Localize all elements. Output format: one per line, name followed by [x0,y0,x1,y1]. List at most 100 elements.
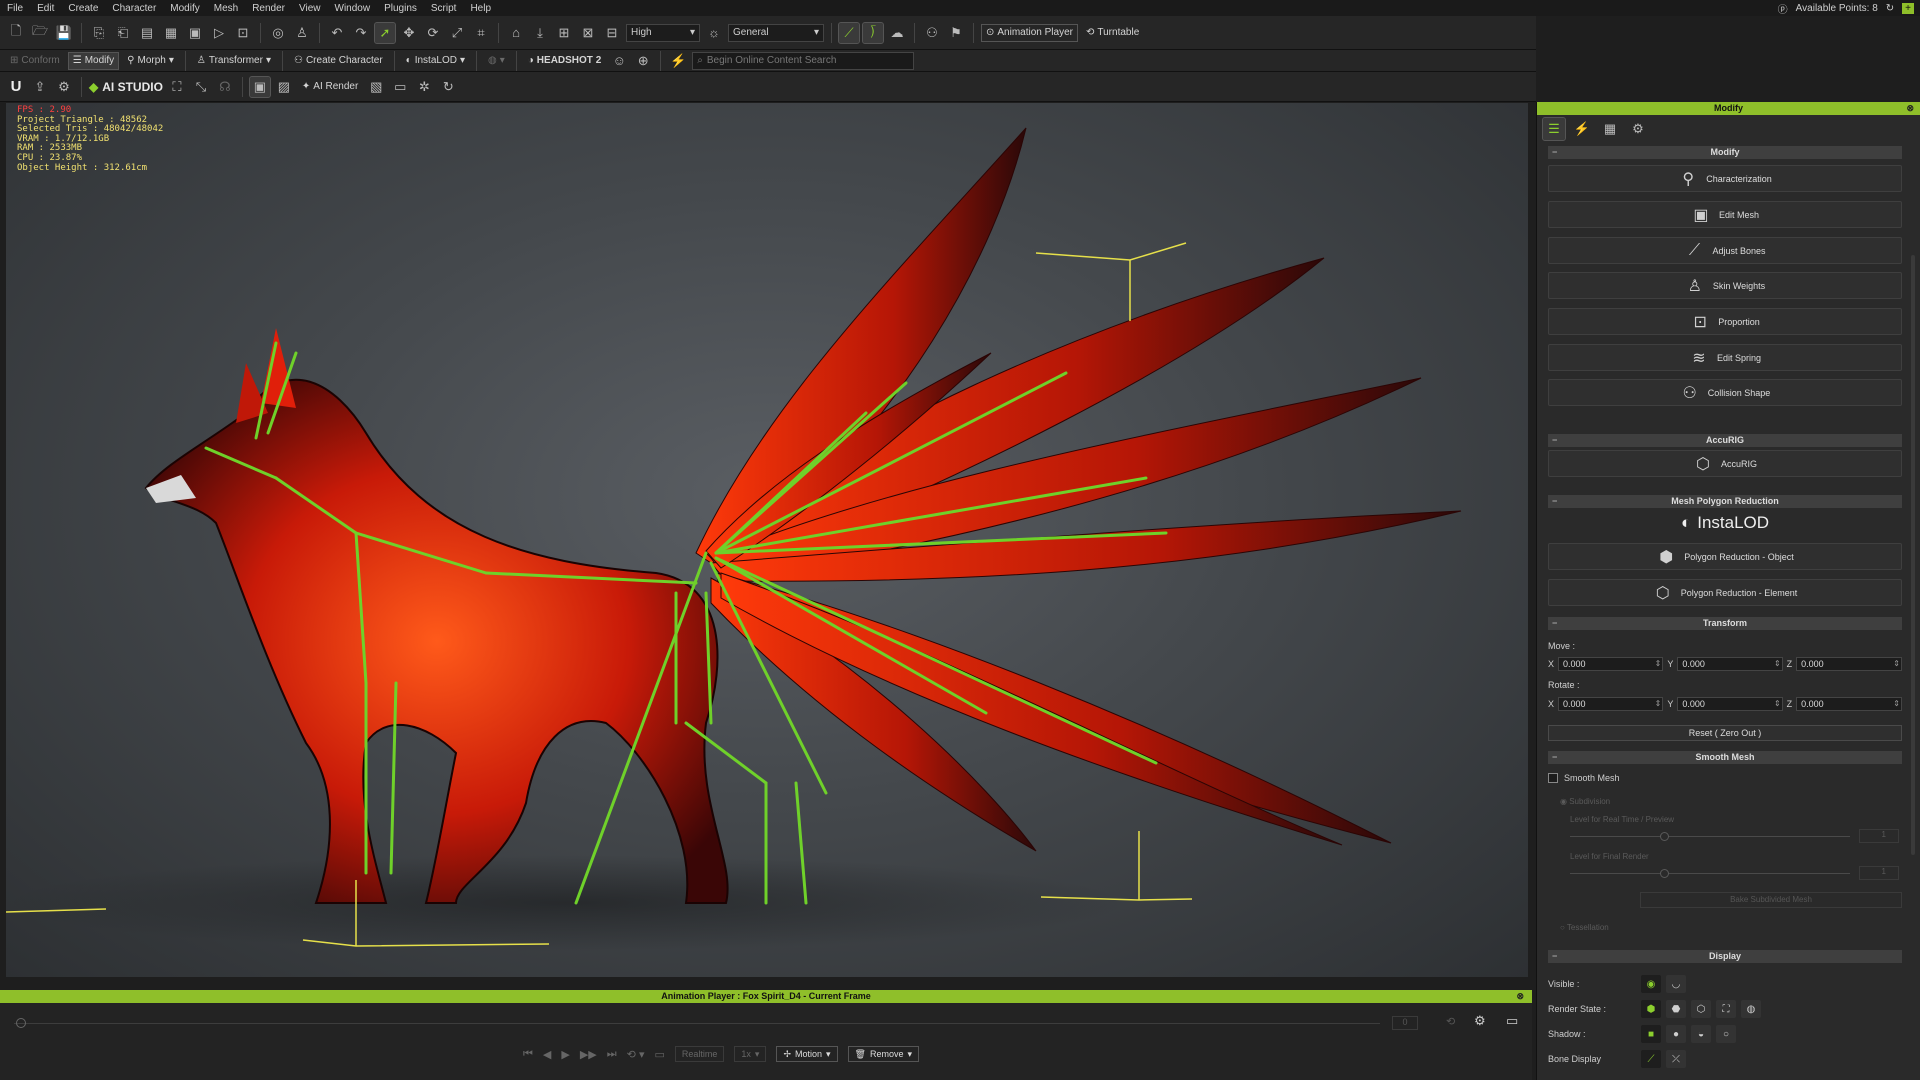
skin-weights-button[interactable]: ♙ Skin Weights [1548,272,1902,299]
speed-dropdown[interactable]: 1x ▾ [734,1046,767,1062]
screen-icon[interactable]: ▭ [1506,1013,1518,1029]
undo-icon[interactable]: ↶ [327,23,347,43]
light-icon[interactable]: ☼ [704,23,724,43]
save-icon[interactable]: 💾 [54,23,74,43]
shadow-cast-icon[interactable]: ● [1666,1025,1686,1043]
reset-zero-out-button[interactable]: Reset ( Zero Out ) [1548,725,1902,741]
mocap-icon[interactable]: ⚇ [922,23,942,43]
menu-window[interactable]: Window [328,3,378,14]
section-accurig[interactable]: − AccuRIG [1548,434,1902,447]
tab-settings-icon[interactable]: ⚙ [1627,118,1649,140]
physics-icon[interactable]: ☁ [887,23,907,43]
view-mode-icon[interactable]: ⊟ [602,23,622,43]
slider-knob[interactable] [1660,869,1669,878]
menu-create[interactable]: Create [61,3,105,14]
loop-icon[interactable]: ⟲ [1446,1015,1455,1028]
move-x-field[interactable]: 0.000 [1558,657,1664,671]
bone-show-icon[interactable]: ⟋ [1641,1050,1661,1068]
redo-icon[interactable]: ↷ [351,23,371,43]
rotate-y-field[interactable]: 0.000 [1677,697,1783,711]
upload-icon[interactable]: ⇪ [30,77,50,97]
move-z-field[interactable]: 0.000 [1796,657,1902,671]
play-media-icon[interactable]: ▷ [209,23,229,43]
menu-character[interactable]: Character [105,3,163,14]
quality-dropdown[interactable]: High ▾ [626,23,700,42]
plus-icon[interactable]: + [1902,2,1914,14]
create-character-button[interactable]: ⚇ Create Character [290,52,387,70]
refresh-icon[interactable]: ↻ [438,77,458,97]
motion-button[interactable]: ✢ Motion ▾ [776,1046,838,1062]
shadow-off-icon[interactable]: ○ [1716,1025,1736,1043]
subdivision-radio[interactable]: ◉ Subdivision [1560,797,1610,806]
realtime-dropdown[interactable]: Realtime [674,1046,725,1062]
menu-render[interactable]: Render [245,3,292,14]
menu-view[interactable]: View [292,3,328,14]
play-icon[interactable]: ▶ [561,1048,569,1061]
move-y-field[interactable]: 0.000 [1677,657,1783,671]
section-modify[interactable]: − Modify [1548,146,1902,159]
accurig-button[interactable]: ⬡ AccuRIG [1548,450,1902,477]
section-transform[interactable]: − Transform [1548,617,1902,630]
ai-render-button[interactable]: ✦ AI Render [298,78,362,96]
tab-material-icon[interactable]: ▦ [1599,118,1621,140]
eye-closed-icon[interactable]: ◡ [1666,975,1686,993]
available-points[interactable]: Available Points: 8 [1796,3,1878,14]
image-ai-icon[interactable]: ▨ [274,77,294,97]
record-icon[interactable]: ▭ [654,1048,664,1061]
layout-icon[interactable]: ⊡ [233,23,253,43]
fox-spirit-model[interactable] [6,103,1528,977]
shading-dropdown[interactable]: General ▾ [728,23,824,42]
section-mesh-polygon-reduction[interactable]: − Mesh Polygon Reduction [1548,495,1902,508]
scene-icon[interactable]: ▦ [161,23,181,43]
close-icon[interactable]: ⊗ [1516,990,1524,1003]
current-frame-field[interactable]: 0 [1392,1016,1418,1030]
collision-shape-button[interactable]: ⚇ Collision Shape [1548,379,1902,406]
fit-view-icon[interactable]: ⊞ [554,23,574,43]
animation-player-button[interactable]: ⊙ Animation Player [981,23,1078,42]
tab-sliders-icon[interactable]: ☰ [1542,116,1566,141]
unreal-icon[interactable]: U [6,77,26,97]
image-icon[interactable]: ▧ [366,77,386,97]
camera-target-icon[interactable]: ◎ [268,23,288,43]
remove-button[interactable]: 🗑 Remove ▾ [847,1046,920,1062]
person-icon[interactable]: ♙ [292,23,312,43]
conform-button[interactable]: ⊞ Conform [6,52,64,70]
import-icon[interactable]: ⎘ [89,23,109,43]
screen-icon[interactable]: ▭ [390,77,410,97]
turntable-button[interactable]: ⟲ Turntable [1082,24,1143,42]
section-display[interactable]: − Display [1548,950,1902,963]
drop-to-floor-icon[interactable]: ⤓ [530,23,550,43]
tessellation-radio[interactable]: ○ Tessellation [1560,923,1609,932]
polygon-reduction-object-button[interactable]: ⬢ Polygon Reduction - Object [1548,543,1902,570]
instalod-button[interactable]: ◐ InstaLOD ▾ [402,52,469,70]
3d-viewport[interactable]: FPS : 2.90 Project Triangle : 48562 Sele… [6,103,1528,977]
characterization-button[interactable]: ⚲ Characterization [1548,165,1902,192]
loop-mode-icon[interactable]: ⟲ ▾ [627,1048,645,1061]
render-faceted-icon[interactable]: ⬣ [1666,1000,1686,1018]
snap-icon[interactable]: ⌗ [471,23,491,43]
shadow-receive-icon[interactable]: ◒ [1691,1025,1711,1043]
export-icon[interactable]: ⎗ [113,23,133,43]
project-icon[interactable]: ▤ [137,23,157,43]
menu-file[interactable]: File [0,3,30,14]
timeline-slider[interactable] [14,1018,1380,1028]
render-box-icon[interactable]: ⛶ [1716,1000,1736,1018]
compress-icon[interactable]: ⤡ [191,77,211,97]
level-final-value[interactable]: 1 [1859,866,1899,880]
move-icon[interactable]: ✥ [399,23,419,43]
prev-frame-icon[interactable]: ◀ [543,1048,551,1061]
headshot-button[interactable]: ◑ HEADSHOT 2 [524,52,606,70]
rotate-icon[interactable]: ⟳ [423,23,443,43]
skip-start-icon[interactable]: ⏮ [523,1048,533,1061]
slider-knob[interactable] [1660,832,1669,841]
edit-spring-button[interactable]: ≋ Edit Spring [1548,344,1902,371]
bake-subdivided-mesh-button[interactable]: Bake Subdivided Mesh [1640,892,1902,908]
adjust-bones-button[interactable]: ⟋ Adjust Bones [1548,237,1902,264]
rotate-x-field[interactable]: 0.000 [1558,697,1664,711]
globe-icon[interactable]: ⊕ [633,51,653,71]
refresh-icon[interactable]: ↻ [1886,3,1894,14]
render-camera-icon[interactable]: ▣ [248,75,271,98]
plugin-icon[interactable]: ⚡ [668,51,688,71]
motion-path-icon[interactable]: ⟌ [862,21,884,44]
menu-help[interactable]: Help [463,3,498,14]
